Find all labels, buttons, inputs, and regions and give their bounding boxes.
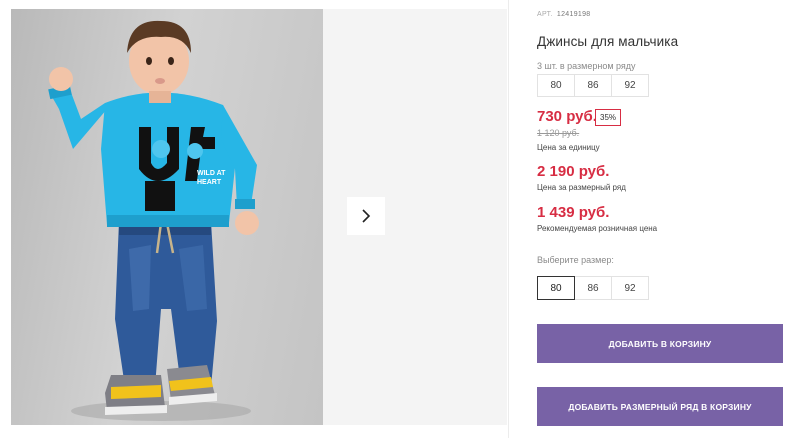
product-photo[interactable]: WILD AT HEART: [11, 9, 323, 425]
add-to-cart-button[interactable]: ДОБАВИТЬ В КОРЗИНУ: [537, 324, 783, 363]
product-gallery: WILD AT HEART: [11, 9, 507, 425]
boy-illustration: [48, 20, 259, 421]
add-size-row-to-cart-button[interactable]: ДОБАВИТЬ РАЗМЕРНЫЙ РЯД В КОРЗИНУ: [537, 387, 783, 426]
chevron-right-icon: [362, 209, 371, 223]
size-option-92[interactable]: 92: [611, 276, 649, 300]
size-selector: 80 86 92: [537, 276, 649, 300]
gallery-next-button[interactable]: [347, 197, 385, 235]
size-select-label: Выберите размер:: [537, 255, 614, 265]
unit-price-caption: Цена за единицу: [537, 143, 600, 152]
product-title: Джинсы для мальчика: [537, 34, 679, 49]
sweatshirt-print-text: WILD AT HEART: [197, 170, 226, 187]
pack-size-item: 92: [611, 74, 649, 97]
article-number: АРТ. 12419198: [537, 11, 590, 18]
product-info-panel: АРТ. 12419198 Джинсы для мальчика 3 шт. …: [537, 0, 787, 438]
pack-size-item: 86: [574, 74, 612, 97]
panel-divider: [508, 0, 509, 438]
article-value: 12419198: [556, 11, 591, 18]
pack-label: 3 шт. в размерном ряду: [537, 61, 636, 71]
rrp-price: 1 439 руб.: [537, 204, 610, 221]
size-option-80[interactable]: 80: [537, 276, 575, 300]
size-option-86[interactable]: 86: [574, 276, 612, 300]
old-price: 1 120 руб.: [537, 128, 580, 138]
pack-sizes: 80 86 92: [537, 74, 649, 97]
unit-price: 730 руб.: [537, 108, 597, 125]
pack-size-item: 80: [537, 74, 575, 97]
row-price: 2 190 руб.: [537, 163, 610, 180]
discount-badge: 35%: [595, 109, 622, 126]
rrp-price-caption: Рекомендуемая розничная цена: [537, 224, 658, 233]
article-label: АРТ.: [537, 11, 553, 18]
row-price-caption: Цена за размерный ряд: [537, 183, 626, 192]
